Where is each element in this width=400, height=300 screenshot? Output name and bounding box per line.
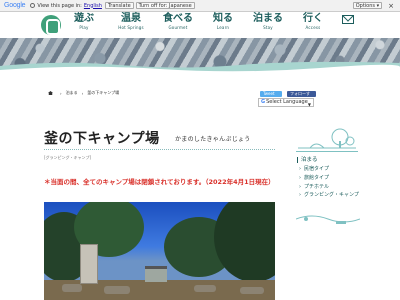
- nav-item-learn[interactable]: 知る Learn: [208, 12, 238, 38]
- translate-button[interactable]: Translate: [104, 2, 134, 9]
- nav-item-access[interactable]: 行く Access: [298, 12, 328, 38]
- breadcrumb: › 泊まる › 釜の下キャンプ場: [48, 90, 119, 96]
- nav-item-label: 食べる: [163, 13, 193, 24]
- mail-icon[interactable]: [342, 15, 354, 24]
- page-title-kana: かまのしたきゃんぷじょう: [175, 136, 251, 143]
- nav-item-play[interactable]: 遊ぶ Play: [68, 12, 100, 38]
- nav-item-sublabel: Access: [305, 25, 321, 30]
- photo-rock: [62, 284, 82, 292]
- sidebar-menu: 泊まる 民宿タイプ 旅館タイプ プチホテル グランピング・キャンプ: [297, 156, 361, 199]
- google-logo: Google: [4, 2, 26, 9]
- google-translate-bar: Google View this page in: English Transl…: [0, 0, 400, 12]
- nav-item-gourmet[interactable]: 食べる Gourmet: [158, 12, 198, 38]
- sidebar-item-minshuku[interactable]: 民宿タイプ: [297, 165, 361, 174]
- globe-icon: [30, 3, 36, 8]
- site-logo[interactable]: [41, 15, 61, 35]
- turn-off-button[interactable]: Turn off for: Japanese: [135, 2, 195, 9]
- photo-shelter: [145, 266, 167, 282]
- sidebar-item-ryokan[interactable]: 旅館タイプ: [297, 174, 361, 183]
- photo-rock: [194, 285, 216, 292]
- breadcrumb-current: 釜の下キャンプ場: [87, 90, 120, 95]
- sidebar-illustration: [298, 128, 356, 149]
- nav-item-sublabel: Learn: [216, 25, 230, 30]
- tweet-button[interactable]: Tweet: [260, 91, 282, 97]
- breadcrumb-separator: ›: [81, 90, 84, 96]
- close-icon[interactable]: ×: [388, 2, 394, 10]
- sidebar-divider: [296, 151, 358, 152]
- nav-item-label: 知る: [213, 13, 233, 24]
- nav-item-label: 温泉: [121, 13, 141, 24]
- language-select[interactable]: GSelect Language ▼: [258, 98, 314, 107]
- translate-bar-right: Options ▾ ×: [351, 2, 400, 10]
- photo-tree: [214, 202, 275, 282]
- photo-rock: [240, 287, 264, 294]
- sidebar-item-petit-hotel[interactable]: プチホテル: [297, 183, 361, 192]
- nav-item-stay[interactable]: 泊まる Stay: [250, 12, 286, 38]
- google-g-icon: G: [261, 99, 266, 105]
- title-divider: [44, 149, 275, 150]
- home-icon[interactable]: [48, 91, 53, 95]
- breadcrumb-separator: ›: [60, 90, 62, 96]
- nav-item-label: 遊ぶ: [74, 13, 94, 24]
- nav-item-sublabel: Gourmet: [168, 25, 188, 30]
- page-title: 釜の下キャンプ場: [44, 131, 160, 147]
- view-page-label: View this page in:: [37, 2, 82, 9]
- tweet-label: Tweet: [263, 91, 275, 96]
- language-link[interactable]: English: [84, 3, 102, 9]
- language-select-value: Select Language: [266, 99, 308, 105]
- banner-wave: [0, 61, 400, 74]
- nav-item-sublabel: Play: [79, 25, 89, 30]
- breadcrumb-parent[interactable]: 泊まる: [66, 90, 78, 96]
- nav-item-label: 行く: [303, 13, 323, 24]
- nav-item-label: 泊まる: [253, 13, 283, 24]
- category-label[interactable]: [グランピング・キャンプ]: [44, 155, 91, 161]
- options-button[interactable]: Options ▾: [352, 2, 383, 9]
- sidebar-item-glamping[interactable]: グランピング・キャンプ: [297, 192, 361, 199]
- nav-item-sublabel: Hot Springs: [118, 25, 144, 30]
- sidebar-footer-wave: [296, 215, 360, 224]
- nav-item-sublabel: Stay: [263, 25, 273, 30]
- sidebar-item-stay[interactable]: 泊まる: [297, 156, 361, 165]
- chevron-down-icon: ▼: [307, 102, 311, 107]
- main-nav: 遊ぶ Play 温泉 Hot Springs 食べる Gourmet 知る Le…: [0, 12, 400, 38]
- nav-item-hot-springs[interactable]: 温泉 Hot Springs: [112, 12, 150, 38]
- campsite-photo: [44, 202, 275, 300]
- closure-notice: ＊当面の間、全てのキャンプ場は閉鎖されております。（2022年4月1日現在）: [44, 178, 275, 186]
- facebook-follow-button[interactable]: フォローする: [287, 91, 316, 102]
- photo-monument: [80, 244, 98, 284]
- photo-rock: [104, 286, 130, 294]
